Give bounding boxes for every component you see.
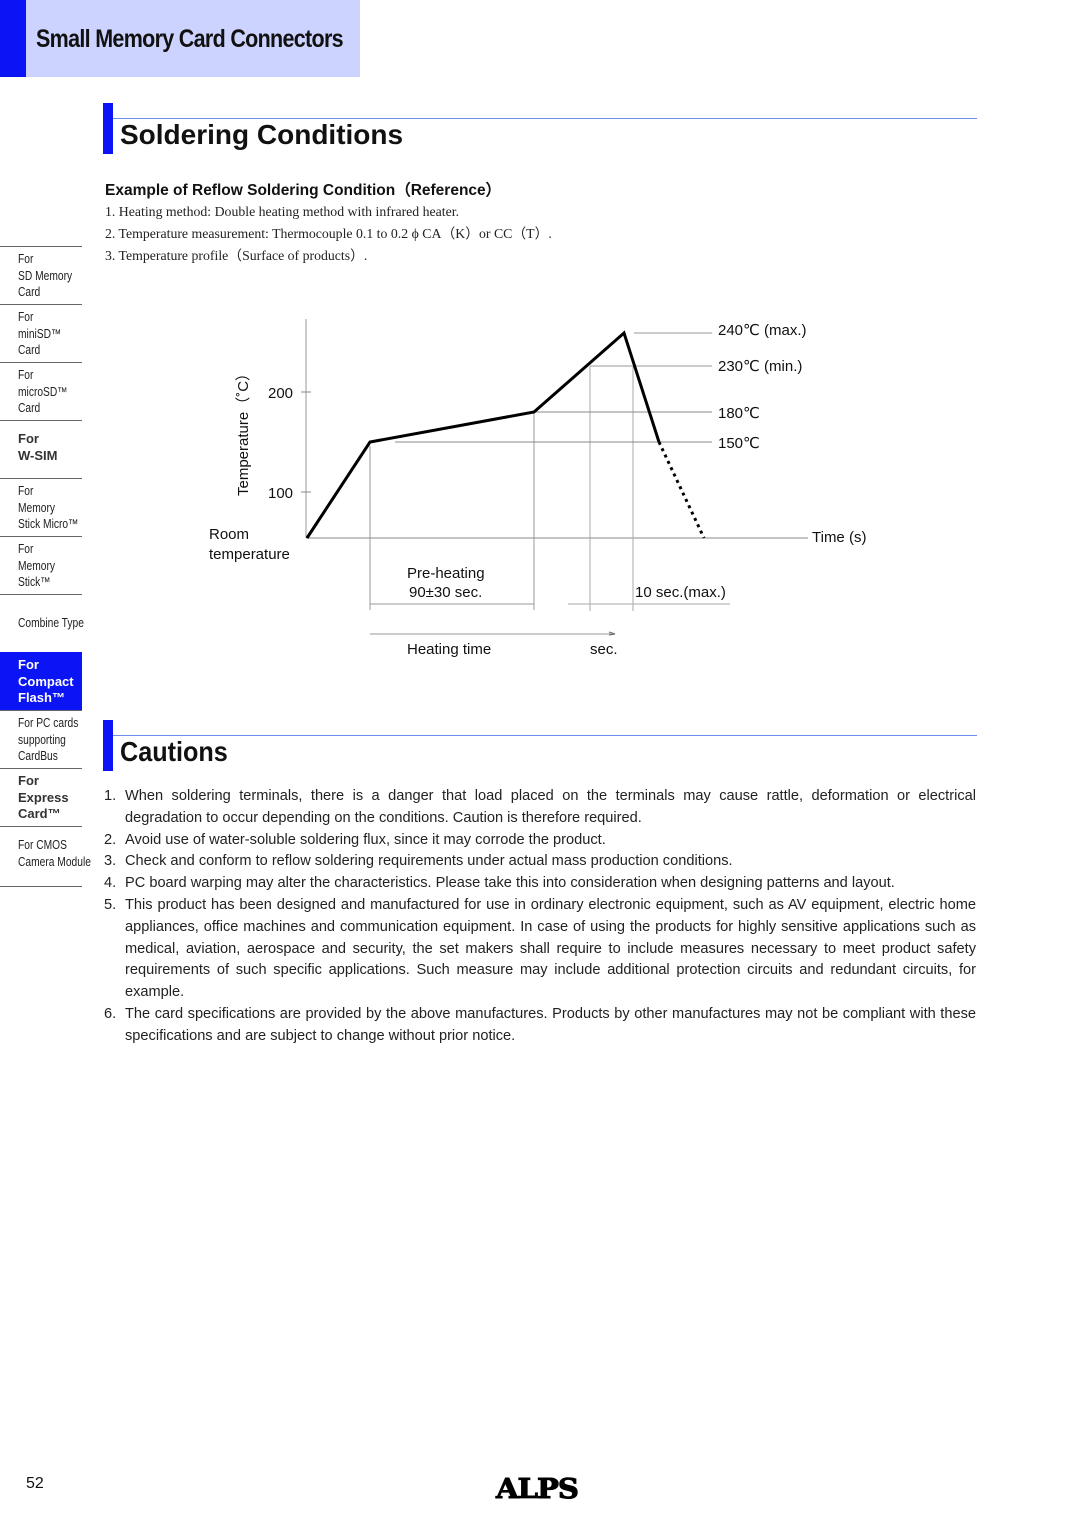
heating-time-label: Heating time	[407, 641, 491, 658]
preheat-label: Pre-heating	[407, 565, 485, 582]
caution-item: 6. The card specifications are provided b…	[104, 1005, 976, 1044]
sidebar-item-cmos-camera[interactable]: For CMOS Camera Module	[0, 826, 91, 886]
cautions-section-title: Cautions	[120, 736, 228, 767]
room-temp-label-1: Room	[209, 526, 249, 543]
peak-duration-label: 10 sec.(max.)	[635, 584, 726, 601]
heating-time-unit: sec.	[590, 641, 618, 658]
ref-label-150: 150℃	[718, 435, 760, 452]
caution-item: 5. This product has been designed and man…	[104, 896, 976, 1001]
ref-label-180: 180℃	[718, 405, 760, 422]
caution-item: 1. When soldering terminals, there is a d…	[104, 788, 976, 826]
ref-label-230: 230℃ (min.)	[718, 358, 802, 375]
ref-label-240: 240℃ (max.)	[718, 322, 807, 339]
sidebar-divider	[0, 886, 82, 887]
reflow-profile-chart: Temperature（˚C） 200 100 Room temperature…	[209, 319, 866, 658]
series-cooling	[657, 441, 706, 539]
sidebar-item-label: For PC cards supporting CardBus	[18, 716, 79, 763]
caution-item: 3. Check and conform to reflow soldering …	[104, 853, 733, 870]
sidebar-item-pc-cards-cardbus[interactable]: For PC cards supporting CardBus	[0, 710, 82, 768]
y-tick-label-100: 100	[268, 485, 293, 502]
sidebar-item-label: For CMOS Camera Module	[18, 838, 91, 869]
preheat-value: 90±30 sec.	[409, 584, 482, 601]
section-accent-bar	[103, 720, 113, 771]
section-rule	[113, 735, 977, 736]
series-profile	[305, 330, 661, 539]
room-temp-label-2: temperature	[209, 546, 290, 563]
sidebar-item-label: For Express Card™	[18, 773, 69, 821]
y-axis-label: Temperature（˚C）	[235, 366, 252, 496]
caution-item: 2. Avoid use of water-soluble soldering f…	[104, 831, 606, 848]
x-axis-label: Time (s)	[812, 529, 866, 546]
sidebar-item-express-card[interactable]: For Express Card™	[0, 768, 82, 826]
y-tick-label-200: 200	[268, 385, 293, 402]
alps-logo: ALPS	[495, 1474, 579, 1506]
cautions-list: 1. When soldering terminals, there is a d…	[104, 786, 976, 1048]
page-number: 52	[26, 1475, 44, 1492]
caution-item: 4. PC board warping may alter the charact…	[104, 875, 895, 892]
